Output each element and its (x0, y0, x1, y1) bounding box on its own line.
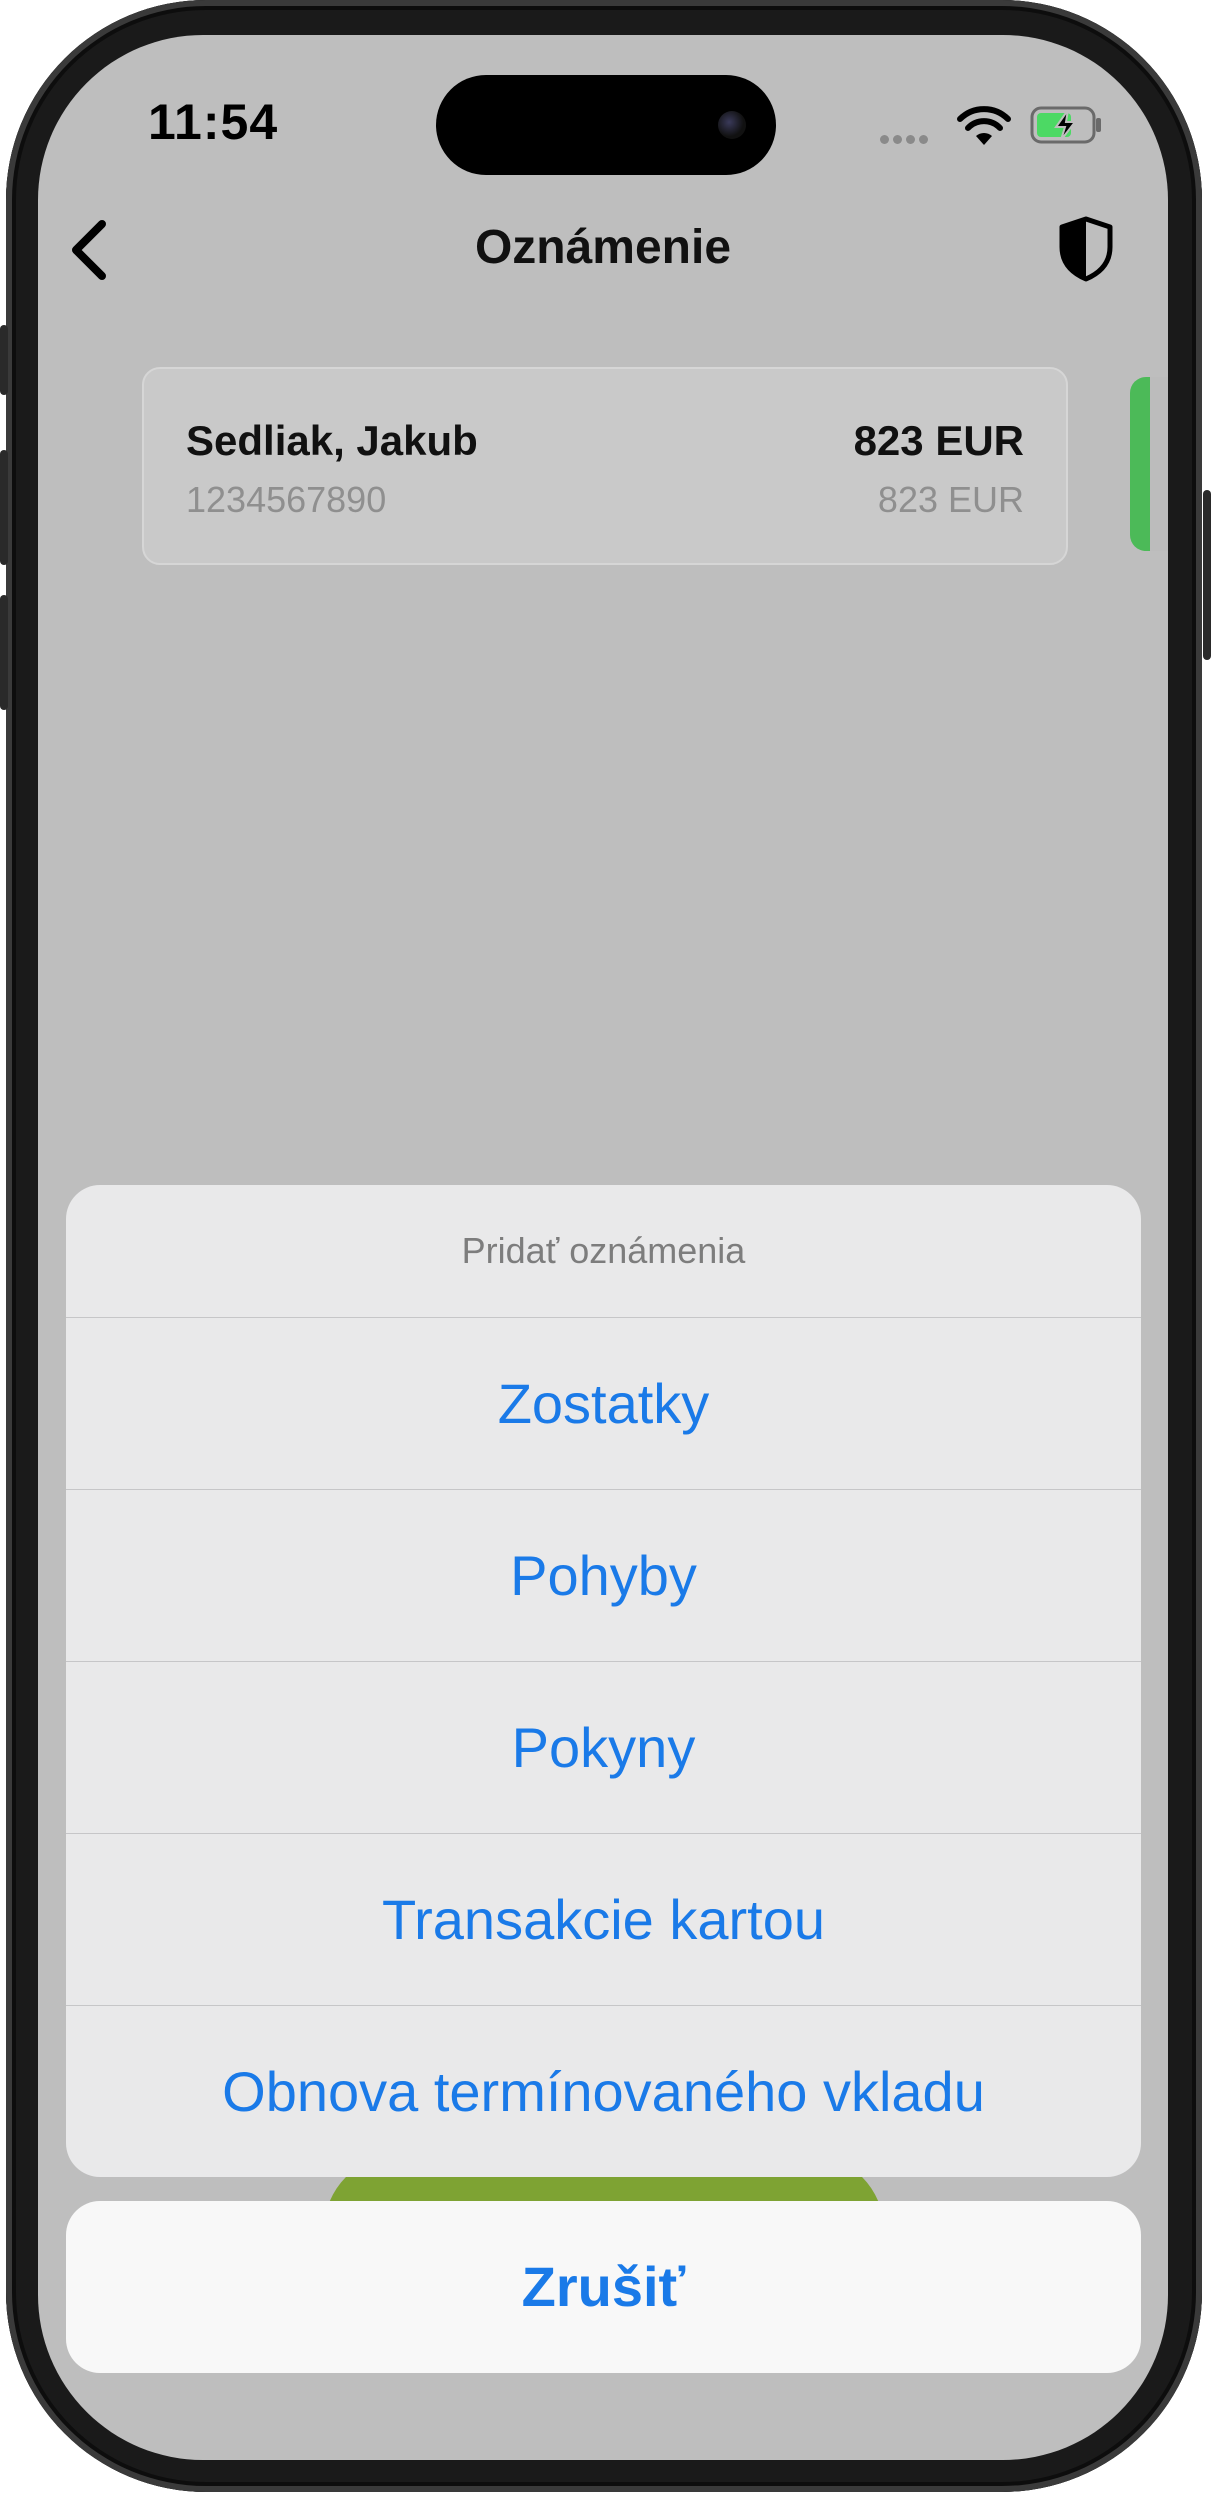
status-time: 11:54 (148, 94, 279, 150)
next-card-peek[interactable] (1130, 377, 1168, 551)
signal-icon (880, 131, 940, 144)
account-available-balance: 823 EUR (877, 479, 1024, 520)
account-name: Sedliak, Jakub (186, 417, 478, 464)
action-sheet-title: Pridať oznámenia (66, 1185, 1141, 1318)
account-number: 1234567890 (186, 479, 387, 520)
action-sheet: Pridať oznámenia Zostatky Pohyby Pokyny … (66, 1185, 1141, 2177)
action-item-obnova-terminovaneho-vkladu[interactable]: Obnova termínovaného vkladu (66, 2006, 1141, 2177)
action-button (0, 325, 8, 395)
battery-charging-icon (1030, 106, 1101, 144)
camera-icon (718, 111, 746, 139)
volume-down-button (0, 595, 8, 710)
power-button (1203, 490, 1211, 660)
shield-icon[interactable] (1056, 215, 1116, 283)
account-card[interactable]: Sedliak, Jakub 1234567890 823 EUR 823 EU… (142, 367, 1068, 565)
screen: 11:54 Oznámenie Sedliak, Jakub 123456789… (38, 35, 1168, 2460)
page-title: Oznámenie (474, 221, 732, 274)
action-item-pohyby[interactable]: Pohyby (66, 1490, 1141, 1662)
card-indicator (1130, 377, 1150, 551)
account-balance: 823 EUR (853, 417, 1024, 464)
volume-up-button (0, 450, 8, 565)
dynamic-island (436, 75, 776, 175)
cancel-button[interactable]: Zrušiť (66, 2201, 1141, 2373)
wifi-icon (957, 106, 1011, 145)
action-item-zostatky[interactable]: Zostatky (66, 1318, 1141, 1490)
action-item-transakcie-kartou[interactable]: Transakcie kartou (66, 1834, 1141, 2006)
action-item-pokyny[interactable]: Pokyny (66, 1662, 1141, 1834)
